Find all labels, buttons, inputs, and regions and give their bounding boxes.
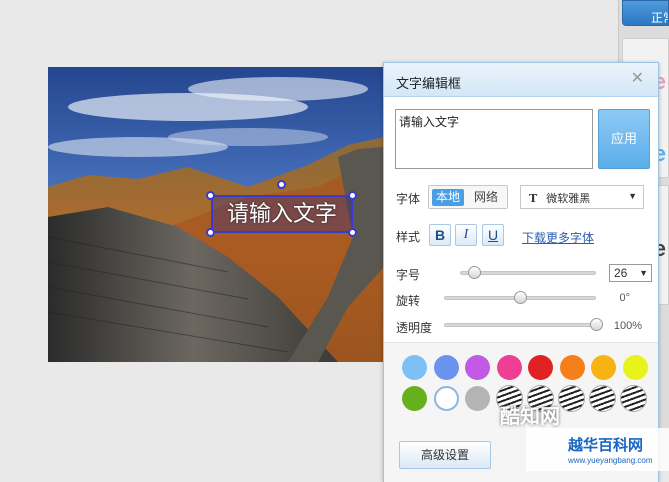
bold-button[interactable]: B [429, 224, 451, 246]
rotate-label: 旋转 [396, 294, 421, 308]
color-swatch[interactable] [402, 355, 427, 380]
color-swatch[interactable] [433, 386, 459, 411]
canvas-text-box[interactable]: 请输入文字 [211, 195, 353, 233]
font-family-value: 微软雅黑 [546, 193, 591, 205]
watermark-text: 酷知网 [500, 406, 560, 428]
font-type-icon: T [529, 192, 538, 205]
size-select[interactable]: 26 ▼ [609, 264, 652, 282]
resize-handle[interactable] [206, 228, 215, 237]
size-value: 26 [614, 266, 628, 280]
font-label: 字体 [396, 192, 421, 206]
chevron-down-icon: ▼ [639, 268, 648, 278]
color-swatch[interactable] [465, 386, 490, 411]
font-source-network[interactable]: 网络 [470, 189, 502, 206]
chevron-down-icon: ▼ [628, 191, 637, 201]
dialog-title-bar[interactable]: 文字编辑框 ✕ [384, 63, 658, 97]
underline-button[interactable]: U [482, 224, 504, 246]
color-swatch[interactable] [402, 386, 427, 411]
font-source-local[interactable]: 本地 [432, 189, 465, 206]
italic-button[interactable]: I [455, 224, 477, 246]
size-label: 字号 [396, 268, 421, 282]
opacity-slider[interactable] [444, 323, 596, 327]
color-swatch[interactable] [591, 355, 616, 380]
color-swatch[interactable] [433, 355, 459, 380]
color-swatch[interactable] [559, 355, 585, 380]
resize-handle[interactable] [206, 191, 215, 200]
watermark-site-name: 越华百科网 [568, 437, 644, 454]
style-label: 样式 [396, 230, 421, 244]
opacity-label: 透明度 [396, 321, 433, 335]
download-fonts-link[interactable]: 下载更多字体 [522, 229, 594, 246]
font-source-toggle: 本地 网络 [428, 185, 508, 209]
watermark-logo: 酷知网 [500, 400, 560, 429]
rotate-value: 0° [619, 292, 630, 304]
apply-button[interactable]: 应用 [598, 109, 650, 169]
advanced-settings-button[interactable]: 高级设置 [399, 441, 491, 469]
dialog-title: 文字编辑框 [396, 76, 462, 91]
resize-handle[interactable] [348, 228, 357, 237]
pattern-swatch[interactable] [620, 385, 647, 412]
rotate-handle[interactable] [277, 180, 286, 189]
watermark-url: www.yueyangbang.com [568, 456, 653, 465]
pattern-swatch[interactable] [589, 385, 616, 412]
font-family-select[interactable]: T 微软雅黑 ▼ [520, 185, 644, 209]
pattern-swatch[interactable] [558, 385, 585, 412]
rotate-slider-thumb[interactable] [514, 291, 527, 304]
color-swatch[interactable] [496, 355, 522, 380]
color-swatch[interactable] [465, 355, 490, 380]
opacity-value: 100% [613, 320, 642, 332]
watermark-badge: 越华百科网 www.yueyangbang.com [526, 428, 669, 471]
close-icon[interactable]: ✕ [631, 71, 644, 87]
size-slider-thumb[interactable] [467, 266, 481, 279]
resize-handle[interactable] [348, 191, 357, 200]
mode-tab[interactable]: 正常 [622, 0, 669, 26]
color-swatch[interactable] [528, 355, 553, 380]
text-input[interactable] [395, 109, 593, 169]
color-swatch[interactable] [622, 355, 648, 380]
